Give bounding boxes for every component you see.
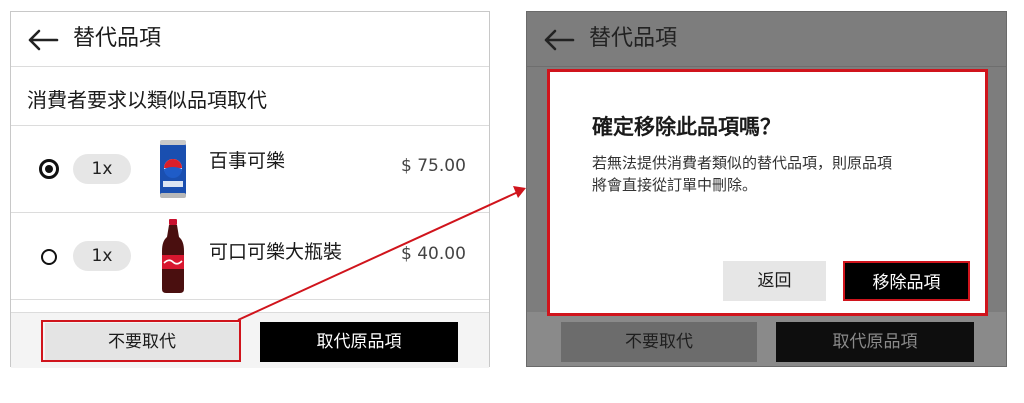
- product-price: $ 75.00: [401, 156, 466, 176]
- dialog-message: 若無法提供消費者類似的替代品項，則原品項 將會直接從訂單中刪除。: [592, 152, 972, 196]
- radio-unselected[interactable]: [41, 249, 57, 265]
- quantity-badge: 1x: [73, 241, 131, 271]
- dialog-message-line: 若無法提供消費者類似的替代品項，則原品項: [592, 154, 893, 172]
- divider: [11, 299, 489, 300]
- back-button[interactable]: 返回: [723, 261, 826, 301]
- list-item[interactable]: 1x 可口可樂大瓶裝 $ 40.00: [11, 213, 489, 299]
- product-price: $ 40.00: [401, 244, 466, 264]
- dialog-title: 確定移除此品項嗎？: [592, 115, 781, 139]
- dialog-message-line: 將會直接從訂單中刪除。: [592, 176, 758, 194]
- highlight-frame: [41, 320, 241, 362]
- list-item[interactable]: 1x 百事可樂 $ 75.00: [11, 126, 489, 212]
- replace-item-button[interactable]: 取代原品項: [776, 322, 974, 362]
- substitute-screen: 替代品項 消費者要求以類似品項取代 1x 百事可樂 $ 75.00 1x 可口可…: [10, 11, 490, 368]
- arrow-left-icon[interactable]: [27, 29, 59, 51]
- section-title: 消費者要求以類似品項取代: [27, 88, 267, 112]
- radio-selected[interactable]: [39, 159, 59, 179]
- no-substitute-button[interactable]: 不要取代: [561, 322, 757, 362]
- quantity-badge: 1x: [73, 154, 131, 184]
- confirm-dialog: 確定移除此品項嗎？ 若無法提供消費者類似的替代品項，則原品項 將會直接從訂單中刪…: [547, 69, 988, 316]
- app-header: 替代品項: [527, 12, 1006, 67]
- remove-item-button[interactable]: 移除品項: [843, 261, 970, 301]
- arrow-left-icon[interactable]: [543, 29, 575, 51]
- product-name: 可口可樂大瓶裝: [209, 241, 343, 263]
- replace-item-button[interactable]: 取代原品項: [260, 322, 458, 362]
- confirm-remove-screen: 替代品項 不要取代 取代原品項 確定移除此品項嗎？ 若無法提供消費者類似的替代品…: [526, 11, 1007, 367]
- page-title: 替代品項: [73, 26, 162, 51]
- app-header: 替代品項: [11, 12, 489, 67]
- pepsi-can-image: [160, 140, 186, 198]
- product-name: 百事可樂: [209, 150, 286, 172]
- coca-cola-bottle-image: [162, 219, 184, 293]
- page-title: 替代品項: [589, 26, 678, 51]
